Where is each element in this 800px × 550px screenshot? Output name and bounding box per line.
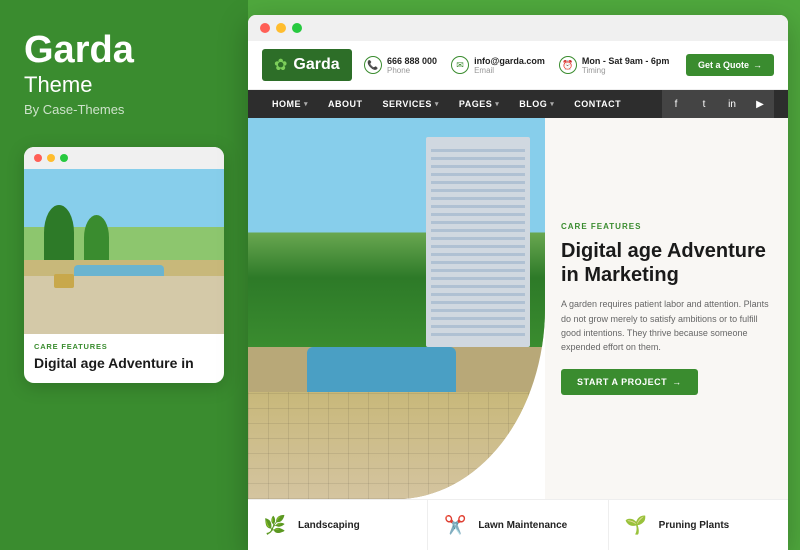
services-bar: 🌿 Landscaping ✂️ Lawn Maintenance 🌱 Prun… <box>248 499 788 550</box>
header-contact-group: 📞 666 888 000 Phone ✉ info@garda.com Ema… <box>364 56 674 75</box>
start-project-label: START A PROJECT <box>577 377 667 387</box>
contact-email-item: ✉ info@garda.com Email <box>451 56 545 75</box>
hero-title: Digital age Adventure in Marketing <box>561 239 772 287</box>
dot-red-icon <box>34 154 42 162</box>
nav-item-about[interactable]: ABOUT <box>318 91 373 117</box>
timing-value: Mon - Sat 9am - 6pm <box>582 56 670 66</box>
main-dot-red <box>260 23 270 33</box>
landscaping-icon-wrap: 🌿 <box>260 510 290 540</box>
lawn-icon: ✂️ <box>444 515 466 536</box>
main-dot-green <box>292 23 302 33</box>
dot-yellow-icon <box>47 154 55 162</box>
website-logo: ✿ Garda <box>262 49 352 81</box>
nav-item-services[interactable]: SERVICES ▾ <box>373 91 449 117</box>
email-icon: ✉ <box>451 56 469 74</box>
email-label: Email <box>474 66 545 75</box>
pruning-icon-wrap: 🌱 <box>621 510 651 540</box>
sidebar-brand-name: Garda <box>24 30 224 72</box>
pruning-label: Pruning Plants <box>659 520 730 531</box>
chair-element <box>54 274 74 288</box>
twitter-icon[interactable]: t <box>690 90 718 118</box>
sidebar: Garda Theme By Case-Themes CARE FEATURES… <box>0 0 248 550</box>
service-item-landscaping[interactable]: 🌿 Landscaping <box>248 500 428 550</box>
website-hero: ‹ › CARE FEATURES Digital age Adventure … <box>248 118 788 499</box>
facebook-icon[interactable]: f <box>662 90 690 118</box>
nav-item-pages[interactable]: PAGES ▾ <box>449 91 509 117</box>
hero-garden-image: ‹ › <box>248 118 545 499</box>
sidebar-logo-block: Garda Theme By Case-Themes <box>24 30 224 117</box>
phone-icon: 📞 <box>364 56 382 74</box>
phone-label: Phone <box>387 66 437 75</box>
email-value: info@garda.com <box>474 56 545 66</box>
sidebar-browser-content: CARE FEATURES Digital age Adventure in <box>24 169 224 383</box>
hero-image-area: ‹ › <box>248 118 545 499</box>
get-quote-button[interactable]: Get a Quote → <box>686 54 774 76</box>
linkedin-icon[interactable]: in <box>718 90 746 118</box>
phone-value: 666 888 000 <box>387 56 437 66</box>
hero-description: A garden requires patient labor and atte… <box>561 297 772 355</box>
contact-timing-item: ⏰ Mon - Sat 9am - 6pm Timing <box>559 56 670 75</box>
dot-green-icon <box>60 154 68 162</box>
prev-arrow-button[interactable]: ‹ <box>477 463 501 487</box>
hero-category-label: CARE FEATURES <box>561 222 772 231</box>
lawn-icon-wrap: ✂️ <box>440 510 470 540</box>
nav-social-links: f t in ▶ <box>662 90 774 118</box>
lawn-label: Lawn Maintenance <box>478 520 567 531</box>
get-quote-label: Get a Quote <box>698 60 749 70</box>
timing-label: Timing <box>582 66 670 75</box>
nav-item-home[interactable]: HOME ▾ <box>262 91 318 117</box>
main-browser-window: ✿ Garda 📞 666 888 000 Phone ✉ info@garda… <box>248 15 788 550</box>
leaf-icon: ✿ <box>274 55 287 75</box>
sidebar-author-label: By Case-Themes <box>24 102 224 117</box>
service-item-lawn[interactable]: ✂️ Lawn Maintenance <box>428 500 608 550</box>
sidebar-card-category: CARE FEATURES <box>34 342 214 351</box>
clock-icon: ⏰ <box>559 56 577 74</box>
main-content-area: ✿ Garda 📞 666 888 000 Phone ✉ info@garda… <box>248 0 800 550</box>
youtube-icon[interactable]: ▶ <box>746 90 774 118</box>
chevron-down-icon: ▾ <box>435 100 439 108</box>
chevron-down-icon: ▾ <box>495 100 499 108</box>
start-project-button[interactable]: START A PROJECT → <box>561 369 698 395</box>
website-nav: HOME ▾ ABOUT SERVICES ▾ PAGES ▾ BLOG ▾ C… <box>248 90 788 118</box>
hero-nav-arrows: ‹ › <box>477 463 531 487</box>
landscaping-label: Landscaping <box>298 520 360 531</box>
sidebar-browser-topbar <box>24 147 224 169</box>
service-item-pruning[interactable]: 🌱 Pruning Plants <box>609 500 788 550</box>
chevron-down-icon: ▾ <box>304 100 308 108</box>
nav-item-contact[interactable]: CONTACT <box>564 91 631 117</box>
pruning-icon: 🌱 <box>624 515 646 536</box>
sidebar-card-title: Digital age Adventure in <box>34 355 214 373</box>
sidebar-hero-image <box>24 169 224 334</box>
logo-name: Garda <box>293 56 339 74</box>
sidebar-card-text: CARE FEATURES Digital age Adventure in <box>24 334 224 383</box>
hero-content-panel: CARE FEATURES Digital age Adventure in M… <box>545 118 788 499</box>
arrow-icon: → <box>753 60 762 70</box>
sidebar-browser-preview: CARE FEATURES Digital age Adventure in <box>24 147 224 383</box>
landscaping-icon: 🌿 <box>264 515 286 536</box>
arrow-icon: → <box>672 377 682 387</box>
next-arrow-button[interactable]: › <box>507 463 531 487</box>
main-browser-topbar <box>248 15 788 41</box>
nav-item-blog[interactable]: BLOG ▾ <box>509 91 564 117</box>
sidebar-theme-label: Theme <box>24 72 224 98</box>
hero-building <box>426 137 530 347</box>
chevron-down-icon: ▾ <box>550 100 554 108</box>
garden-scene <box>24 169 224 334</box>
main-dot-yellow <box>276 23 286 33</box>
website-header: ✿ Garda 📞 666 888 000 Phone ✉ info@garda… <box>248 41 788 90</box>
contact-phone-item: 📞 666 888 000 Phone <box>364 56 437 75</box>
